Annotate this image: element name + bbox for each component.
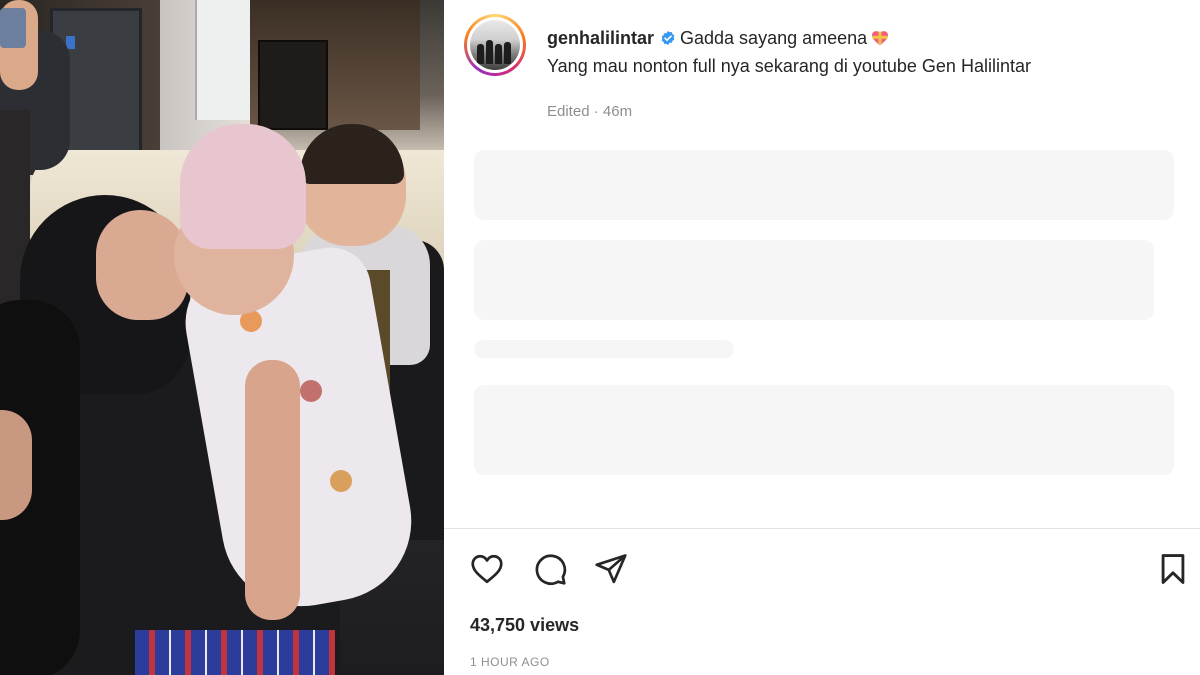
- edited-label: Edited: [547, 103, 590, 120]
- edited-separator: ·: [593, 103, 599, 120]
- cabinet-glass-door: [195, 0, 250, 120]
- share-icon: [595, 554, 627, 584]
- bookmark-icon: [1161, 554, 1185, 584]
- post-caption: genhalilintar Gadda sayang ameena Yang m…: [547, 24, 1187, 80]
- share-button[interactable]: [592, 550, 630, 588]
- actions-divider: [444, 528, 1200, 529]
- avatar-border: [467, 17, 523, 73]
- post-details-panel: genhalilintar Gadda sayang ameena Yang m…: [444, 0, 1200, 675]
- background-shelf: [258, 40, 328, 130]
- post-media-video[interactable]: [0, 0, 444, 675]
- verified-badge-icon: [661, 31, 675, 45]
- view-count[interactable]: 43,750 views: [470, 615, 579, 636]
- post-timestamp[interactable]: 1 HOUR AGO: [470, 655, 550, 669]
- avatar-figure: [486, 40, 493, 64]
- comment-button[interactable]: [531, 550, 569, 588]
- heart-icon: [471, 554, 503, 584]
- onesie-print: [330, 470, 352, 492]
- edited-time: 46m: [602, 103, 633, 120]
- story-ring[interactable]: [464, 14, 526, 76]
- caption-text: Gadda sayang ameena: [680, 28, 868, 48]
- caption-line-1: genhalilintar Gadda sayang ameena: [547, 24, 1187, 52]
- baby-pink-hat: [180, 124, 306, 249]
- edited-timestamp: Edited · 46m: [547, 103, 632, 120]
- like-button[interactable]: [468, 550, 506, 588]
- boy-hair: [300, 124, 404, 184]
- username-link[interactable]: genhalilintar: [547, 28, 654, 48]
- plaid-fabric: [135, 630, 335, 675]
- blurred-comment: [474, 385, 1174, 475]
- onesie-print: [300, 380, 322, 402]
- avatar-figure: [504, 42, 511, 64]
- avatar-figure: [477, 44, 484, 64]
- blurred-comment: [474, 240, 1154, 320]
- blurred-comment: [474, 340, 734, 358]
- man-face: [0, 410, 32, 520]
- heart-with-ribbon-emoji-icon: [872, 31, 889, 46]
- phone: [0, 8, 26, 48]
- comment-icon: [535, 554, 567, 585]
- avatar[interactable]: [470, 20, 520, 70]
- blurred-comment: [474, 150, 1174, 220]
- avatar-figure: [495, 44, 502, 64]
- caption-line-2: Yang mau nonton full nya sekarang di you…: [547, 56, 1031, 76]
- woman-arm-holding-baby: [245, 360, 300, 620]
- save-button[interactable]: [1154, 550, 1192, 588]
